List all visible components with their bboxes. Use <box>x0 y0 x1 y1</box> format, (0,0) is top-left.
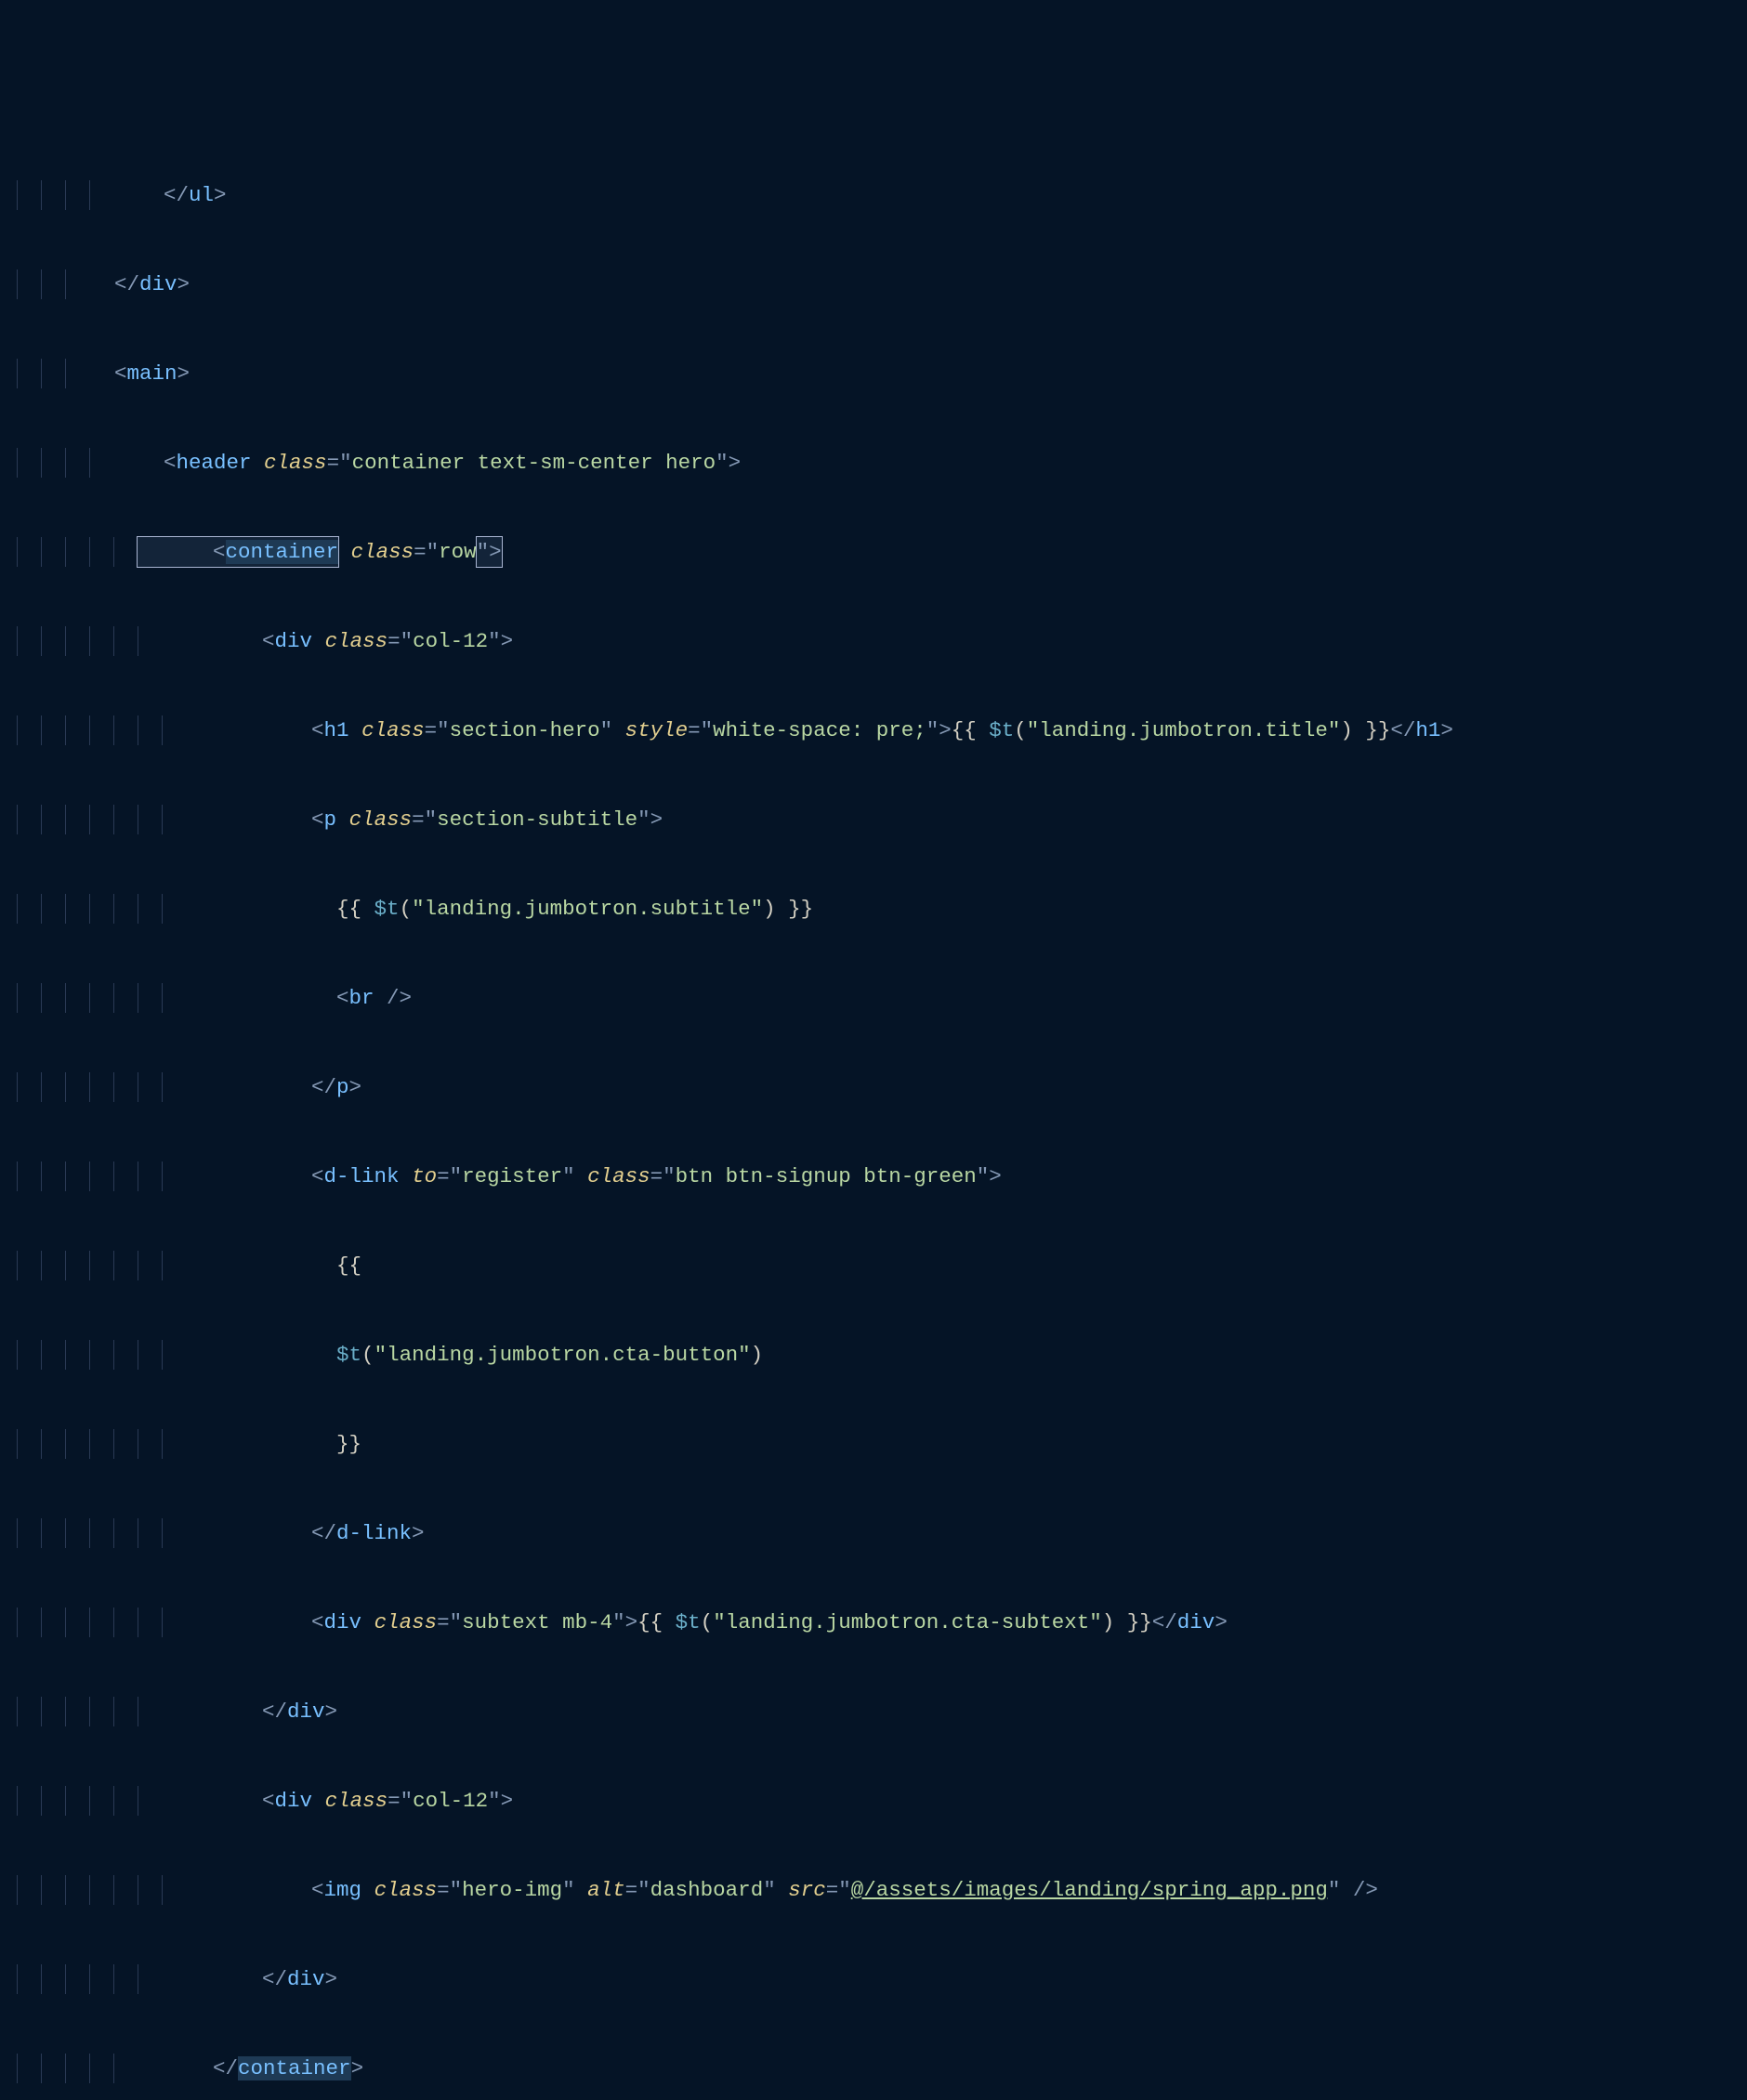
text-cursor: "> <box>476 536 503 568</box>
code-line[interactable]: </div> <box>0 1964 1747 1994</box>
code-line[interactable]: <img class="hero-img" alt="dashboard" sr… <box>0 1875 1747 1905</box>
code-editor[interactable]: </ul> </div> <main> <header class="conta… <box>0 121 1747 2100</box>
code-line[interactable]: $t("landing.jumbotron.cta-button") <box>0 1340 1747 1370</box>
code-line[interactable]: <main> <box>0 359 1747 388</box>
code-line[interactable]: <d-link to="register" class="btn btn-sig… <box>0 1162 1747 1191</box>
code-line[interactable]: {{ <box>0 1251 1747 1280</box>
code-line[interactable]: </d-link> <box>0 1518 1747 1548</box>
code-line[interactable]: <div class="col-12"> <box>0 1786 1747 1816</box>
code-line[interactable]: </div> <box>0 269 1747 299</box>
matching-tag-open: container <box>226 540 339 564</box>
asset-path-link[interactable]: @/assets/images/landing/spring_app.png <box>851 1878 1328 1902</box>
code-line[interactable]: </p> <box>0 1072 1747 1102</box>
code-line[interactable]: <div class="subtext mb-4">{{ $t("landing… <box>0 1608 1747 1637</box>
code-line[interactable]: {{ $t("landing.jumbotron.subtitle") }} <box>0 894 1747 924</box>
code-line[interactable]: }} <box>0 1429 1747 1459</box>
code-line[interactable]: <container class="row"> <box>0 537 1747 567</box>
code-line[interactable]: <h1 class="section-hero" style="white-sp… <box>0 715 1747 745</box>
code-line[interactable]: <header class="container text-sm-center … <box>0 448 1747 478</box>
code-line[interactable]: <br /> <box>0 983 1747 1013</box>
code-line[interactable]: </ul> <box>0 180 1747 210</box>
code-line[interactable]: </div> <box>0 1697 1747 1726</box>
code-line[interactable]: <p class="section-subtitle"> <box>0 805 1747 834</box>
code-line[interactable]: </container> <box>0 2054 1747 2083</box>
code-line[interactable]: <div class="col-12"> <box>0 626 1747 656</box>
matching-tag-close: container <box>238 2056 351 2080</box>
